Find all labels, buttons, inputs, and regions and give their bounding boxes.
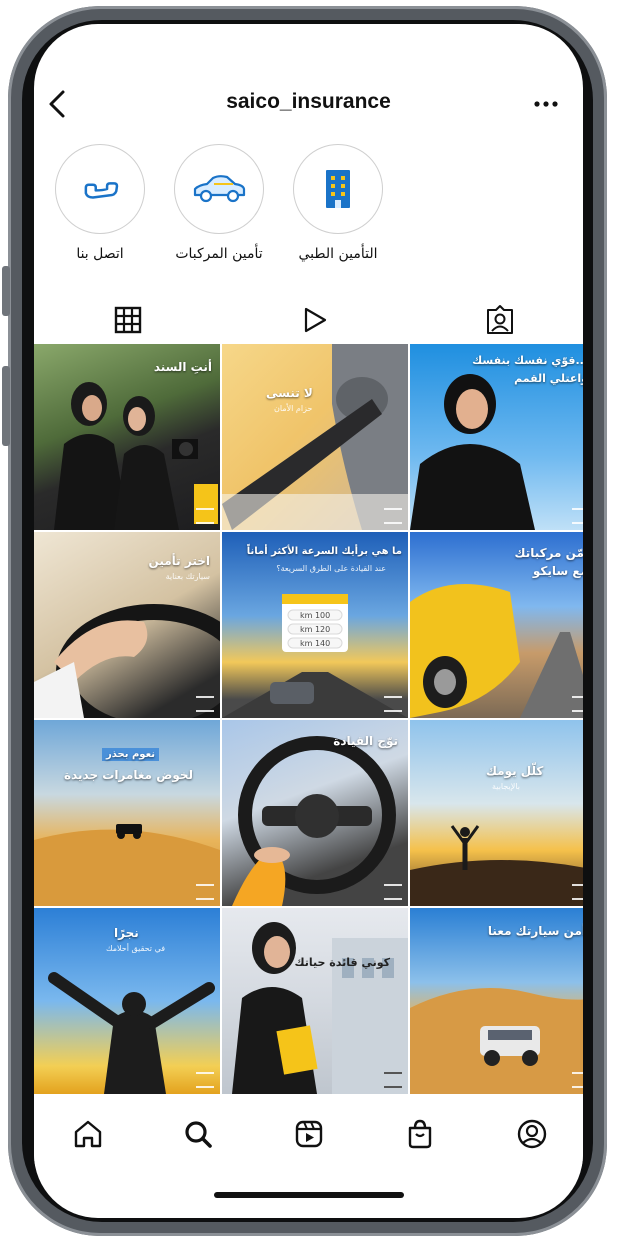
bottom-navigation [34,1102,583,1166]
brand-logo-icon [384,884,402,900]
post-tile[interactable]: اختر تأمين سيارتك بعناية [34,532,220,718]
tab-reels[interactable] [296,302,332,338]
post-tile[interactable]: أمّن مركباتك مع سايكو [410,532,583,718]
post-caption: أمن سيارتك معنا [487,924,583,938]
post-image [232,922,408,1094]
post-subtitle: في تحقيق أحلامك [106,944,166,953]
post-tile[interactable]: توّج القيادة [222,720,408,906]
nav-reels[interactable] [291,1116,327,1152]
nav-profile[interactable] [514,1116,550,1152]
profile-header: saico_insurance [34,84,583,124]
tab-posts-grid[interactable] [110,302,146,338]
brand-logo-icon [196,508,214,524]
shop-bag-icon [408,1119,432,1149]
post-tile[interactable]: كلّل يومك بالإيجابية [410,720,583,906]
search-icon [185,1121,212,1148]
posts-grid: أنتِ السند لا تنسى حزام الأمان قوّي نفسك… [34,344,583,1096]
post-tile[interactable]: نعوم بحذر لخوض مغامرات جديدة [34,720,220,906]
brand-logo-icon [196,1072,214,1088]
post-subtitle: مع سايكو [532,564,583,578]
highlight-label-vehicles: تأمين المركبات [175,246,263,262]
grid-icon [114,306,142,334]
poll-option: km 100 [300,611,331,620]
post-caption: نجرًا [114,926,139,940]
brand-logo-icon [572,1072,583,1088]
poll-option: km 120 [300,625,331,634]
brand-logo-icon [384,1072,402,1088]
brand-logo-icon [572,508,583,524]
nav-home[interactable] [70,1116,106,1152]
brand-logo-icon [196,696,214,712]
home-indicator[interactable] [214,1192,404,1198]
post-caption: ما هي برأيك السرعة الأكثر أماناً [246,546,402,557]
profile-tabs [34,292,583,344]
post-caption: توّج القيادة [333,734,398,748]
car-icon [193,175,246,203]
post-caption: لخوض مغامرات جديدة [64,768,194,782]
home-icon [74,1120,102,1148]
highlight-medical-insurance[interactable]: التأمين الطبي [278,144,398,262]
profile-icon [517,1119,547,1149]
post-subtitle: واعتلي القمم [514,372,583,385]
post-caption: أمّن مركباتك [514,546,583,560]
highlight-contact-us[interactable]: اتصل بنا [40,144,160,262]
poll-option: km 140 [300,639,331,648]
highlight-label-medical: التأمين الطبي [298,246,378,262]
post-image [410,825,583,906]
post-tile[interactable]: كوني قائدة حياتك [222,908,408,1094]
instagram-screen: saico_insurance اتصل بنا تأمين المركبات … [34,24,583,1218]
post-subtitle: حزام الأمان [274,404,313,413]
more-options-icon[interactable] [531,92,561,116]
post-caption: لا تنسى [266,386,313,400]
post-subtitle: سيارتك بعناية [165,572,210,581]
post-tile[interactable]: ما هي برأيك السرعة الأكثر أماناً عند الق… [222,532,408,718]
highlight-circle [293,144,383,234]
profile-username: saico_insurance [226,90,391,113]
reels-play-icon [304,307,327,333]
post-subtitle: نعوم بحذر [102,748,159,761]
post-tile[interactable]: أنتِ السند [34,344,220,530]
side-button-volume-up [2,366,10,446]
brand-logo-icon [196,884,214,900]
tab-tagged[interactable] [482,302,518,338]
brand-logo-icon [384,696,402,712]
reels-icon [295,1120,323,1148]
highlight-label-contact: اتصل بنا [76,246,124,262]
post-caption: قوّي نفسك بنفسك... [472,354,583,367]
phone-icon [84,182,119,199]
brand-logo-icon [384,508,402,524]
nav-search[interactable] [180,1116,216,1152]
post-caption: أنتِ السند [153,360,212,374]
highlight-circle [174,144,264,234]
side-button-silent [2,266,10,316]
brand-logo-icon [572,696,583,712]
highlight-vehicle-insurance[interactable]: تأمين المركبات [159,144,279,262]
post-subtitle: بالإيجابية [492,782,520,791]
highlight-circle [55,144,145,234]
post-caption: كلّل يومك [486,764,544,778]
story-highlights: اتصل بنا تأمين المركبات التأمين الطبي [34,144,583,294]
post-caption: كوني قائدة حياتك [294,956,390,969]
post-image [222,344,408,530]
post-subtitle: عند القيادة على الطرق السريعة؟ [276,564,386,573]
brand-logo-icon [572,884,583,900]
nav-shop[interactable] [402,1116,438,1152]
post-caption: اختر تأمين [148,554,210,568]
building-icon [326,170,350,208]
post-tile[interactable]: أمن سيارتك معنا [410,908,583,1094]
post-tile[interactable]: قوّي نفسك بنفسك... واعتلي القمم [410,344,583,530]
tagged-person-icon [487,305,513,334]
post-tile[interactable]: نجرًا في تحقيق أحلامك [34,908,220,1094]
post-tile[interactable]: لا تنسى حزام الأمان [222,344,408,530]
